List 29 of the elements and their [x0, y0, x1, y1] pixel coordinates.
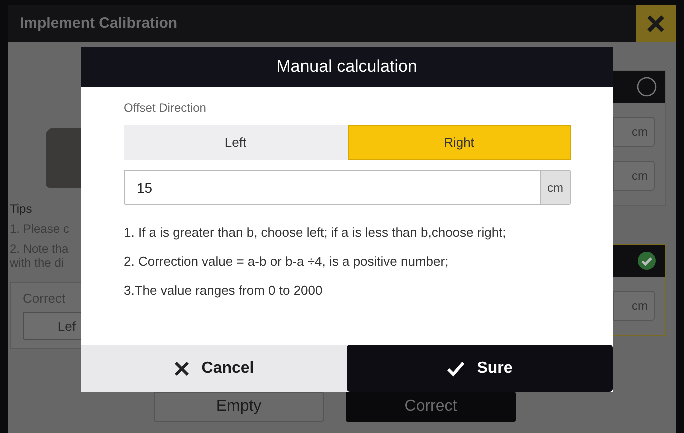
unit-label: cm	[632, 299, 649, 313]
unit-label: cm	[632, 169, 649, 183]
direction-button[interactable]: Lef	[23, 312, 83, 340]
instruction-text: 2. Correction value = a-b or b-a ÷4, is a positive number;	[124, 254, 450, 269]
field-label: Offset Direction	[124, 101, 208, 115]
input-field[interactable]: cm	[613, 161, 655, 191]
input-field[interactable]: cm	[613, 291, 655, 321]
unit-label: cm	[540, 171, 570, 204]
field-value: 15	[136, 180, 153, 196]
empty-button[interactable]: Empty	[154, 392, 324, 422]
close-icon	[174, 360, 190, 376]
correct-button[interactable]: Correct	[346, 392, 516, 422]
window-title: Implement Calibration	[19, 15, 178, 32]
sure-button[interactable]: Sure	[347, 345, 613, 392]
tips-title: Tips	[10, 202, 34, 216]
instruction-text: 3.The value ranges from 0 to 2000	[124, 283, 324, 298]
input-field[interactable]: cm	[613, 117, 655, 147]
dialog-title: Manual calculation	[276, 57, 418, 77]
check-icon	[447, 360, 466, 376]
instruction-text: 1. If a is greater than b, choose left; if a is less than b,choose right;	[124, 225, 508, 240]
cancel-button[interactable]: Cancel	[81, 345, 347, 392]
radio-icon	[637, 77, 657, 97]
direction-tab[interactable]: Left	[124, 125, 348, 160]
direction-tab[interactable]: Right	[348, 125, 571, 160]
unit-label: cm	[632, 125, 649, 139]
close-button[interactable]	[636, 5, 676, 42]
offset-field[interactable]: 15 cm	[124, 170, 571, 205]
close-icon	[646, 14, 666, 34]
check-icon	[637, 251, 657, 271]
